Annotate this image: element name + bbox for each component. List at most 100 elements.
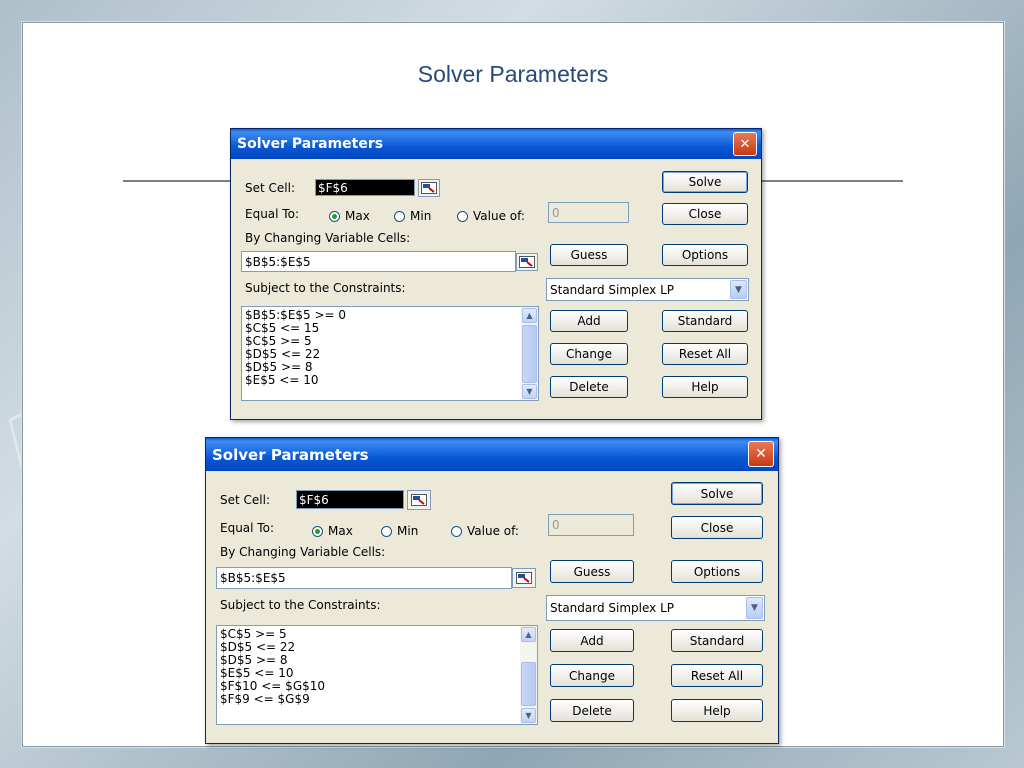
- solving-method-select[interactable]: Standard Simplex LP ▼: [546, 595, 765, 621]
- solve-button[interactable]: Solve: [671, 482, 763, 505]
- set-cell-input[interactable]: $F$6: [296, 490, 404, 509]
- range-select-icon: [411, 494, 427, 506]
- dialog-titlebar[interactable]: Solver Parameters: [206, 438, 778, 471]
- radio-min-label: Min: [397, 524, 419, 538]
- close-button-label: Close: [700, 520, 734, 535]
- radio-value-of[interactable]: Value of:: [451, 524, 519, 538]
- scroll-down-icon[interactable]: ▼: [522, 384, 537, 399]
- constraints-items: $C$5 >= 5 $D$5 <= 22 $D$5 >= 8 $E$5 <= 10 $F…: [220, 628, 517, 706]
- changing-cells-input[interactable]: $B$5:$E$5: [241, 251, 516, 272]
- changing-cells-label: By Changing Variable Cells:: [220, 545, 386, 559]
- solve-button-label: Solve: [700, 486, 734, 501]
- help-button-label: Help: [703, 703, 731, 718]
- options-button[interactable]: Options: [671, 560, 763, 583]
- changing-cells-ref-button[interactable]: [512, 568, 536, 588]
- standard-button[interactable]: Standard: [662, 310, 748, 332]
- changing-cells-value: $B$5:$E$5: [220, 571, 286, 585]
- options-button[interactable]: Options: [662, 244, 748, 266]
- constraints-label: Subject to the Constraints:: [245, 281, 406, 295]
- set-cell-value: $F$6: [318, 180, 348, 195]
- value-of-input[interactable]: 0: [548, 202, 629, 223]
- radio-max-label: Max: [328, 524, 353, 538]
- delete-button-label: Delete: [572, 703, 612, 718]
- change-button-label: Change: [569, 668, 615, 683]
- help-button[interactable]: Help: [671, 699, 763, 722]
- scroll-thumb[interactable]: [522, 325, 537, 383]
- solving-method-value: Standard Simplex LP: [550, 601, 675, 615]
- radio-max[interactable]: Max: [312, 524, 353, 538]
- close-window-button[interactable]: ✕: [748, 441, 774, 467]
- constraints-list[interactable]: $B$5:$E$5 >= 0 $C$5 <= 15 $C$5 >= 5 $D$5 <=…: [241, 306, 539, 401]
- constraints-scrollbar[interactable]: ▲ ▼: [520, 626, 537, 724]
- set-cell-label: Set Cell:: [220, 493, 270, 507]
- scroll-thumb[interactable]: [521, 662, 536, 706]
- constraints-scrollbar[interactable]: ▲ ▼: [521, 307, 538, 400]
- reset-all-button-label: Reset All: [690, 668, 744, 683]
- guess-button-label: Guess: [570, 248, 608, 262]
- changing-cells-value: $B$5:$E$5: [245, 254, 311, 269]
- add-button[interactable]: Add: [550, 629, 634, 652]
- radio-value-of-label: Value of:: [467, 524, 519, 538]
- solving-method-value: Standard Simplex LP: [550, 282, 675, 297]
- delete-button-label: Delete: [569, 380, 609, 394]
- standard-button[interactable]: Standard: [671, 629, 763, 652]
- change-button[interactable]: Change: [550, 664, 634, 687]
- chevron-down-icon[interactable]: ▼: [746, 597, 763, 619]
- help-button-label: Help: [691, 380, 719, 394]
- value-of-value: 0: [552, 518, 560, 532]
- close-button-label: Close: [688, 207, 722, 221]
- list-item[interactable]: $F$9 <= $G$9: [220, 693, 517, 706]
- guess-button[interactable]: Guess: [550, 560, 634, 583]
- guess-button[interactable]: Guess: [550, 244, 628, 266]
- constraints-label: Subject to the Constraints:: [220, 598, 381, 612]
- list-item[interactable]: $E$5 <= 10: [245, 374, 518, 387]
- radio-min[interactable]: Min: [394, 209, 431, 223]
- value-of-input[interactable]: 0: [548, 514, 634, 536]
- scroll-down-icon[interactable]: ▼: [521, 708, 536, 723]
- solve-button-label: Solve: [688, 175, 722, 189]
- close-icon: ✕: [755, 446, 767, 462]
- delete-button[interactable]: Delete: [550, 699, 634, 722]
- radio-min-label: Min: [410, 209, 432, 223]
- add-button-label: Add: [577, 314, 601, 328]
- equal-to-label: Equal To:: [245, 207, 299, 221]
- range-select-icon: [516, 572, 532, 584]
- radio-min[interactable]: Min: [381, 524, 418, 538]
- scroll-up-icon[interactable]: ▲: [521, 627, 536, 642]
- close-button[interactable]: Close: [662, 203, 748, 225]
- change-button[interactable]: Change: [550, 343, 628, 365]
- set-cell-input[interactable]: $F$6: [315, 179, 415, 196]
- close-icon: ✕: [739, 136, 751, 152]
- divider-right: [761, 180, 903, 182]
- guess-button-label: Guess: [573, 564, 611, 579]
- constraints-items: $B$5:$E$5 >= 0 $C$5 <= 15 $C$5 >= 5 $D$5 <=…: [245, 309, 518, 387]
- options-button-label: Options: [693, 564, 741, 579]
- set-cell-ref-button[interactable]: [418, 179, 440, 197]
- close-button[interactable]: Close: [671, 516, 763, 539]
- solving-method-select[interactable]: Standard Simplex LP ▼: [546, 278, 749, 301]
- chevron-down-icon[interactable]: ▼: [730, 280, 747, 299]
- range-select-icon: [421, 182, 437, 194]
- solve-button[interactable]: Solve: [662, 171, 748, 193]
- radio-max[interactable]: Max: [329, 209, 370, 223]
- radio-max-label: Max: [345, 209, 370, 223]
- equal-to-label: Equal To:: [220, 521, 274, 535]
- dialog-titlebar[interactable]: Solver Parameters: [231, 129, 761, 159]
- reset-all-button[interactable]: Reset All: [662, 343, 748, 365]
- changing-cells-ref-button[interactable]: [516, 253, 538, 271]
- changing-cells-input[interactable]: $B$5:$E$5: [216, 567, 512, 589]
- scroll-up-icon[interactable]: ▲: [522, 308, 537, 323]
- add-button[interactable]: Add: [550, 310, 628, 332]
- divider-left: [123, 180, 233, 182]
- close-window-button[interactable]: ✕: [733, 132, 757, 156]
- add-button-label: Add: [580, 633, 604, 648]
- help-button[interactable]: Help: [662, 376, 748, 398]
- set-cell-ref-button[interactable]: [407, 490, 431, 510]
- delete-button[interactable]: Delete: [550, 376, 628, 398]
- reset-all-button[interactable]: Reset All: [671, 664, 763, 687]
- dialog-title: Solver Parameters: [237, 136, 384, 152]
- constraints-list[interactable]: $C$5 >= 5 $D$5 <= 22 $D$5 >= 8 $E$5 <= 10 $F…: [216, 625, 538, 725]
- radio-value-of[interactable]: Value of:: [457, 209, 525, 223]
- dialog-title: Solver Parameters: [212, 445, 369, 464]
- change-button-label: Change: [566, 347, 612, 361]
